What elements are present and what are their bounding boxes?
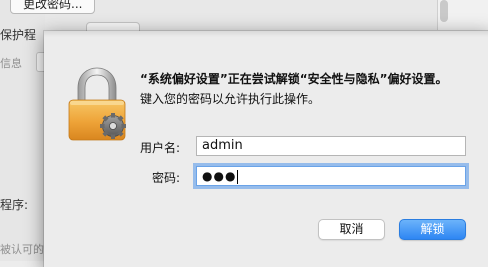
password-label: 密码: [151,171,180,185]
program-label: 程序: [0,198,29,212]
cancel-button[interactable]: 取消 [318,219,385,240]
unlock-button[interactable]: 解锁 [399,219,466,240]
dialog-title: “系统偏好设置”正在尝试解锁“安全性与隐私”偏好设置。 [140,72,448,86]
info-label: 信息 [0,57,22,70]
change-password-button[interactable]: 更改密码... [10,0,96,14]
protect-label: 保护程 [0,28,37,42]
password-field[interactable]: ●●● [196,166,466,186]
username-field[interactable]: admin [196,136,466,156]
username-value: admin [202,138,243,153]
scrollbar[interactable] [440,0,448,22]
auth-dialog: “系统偏好设置”正在尝试解锁“安全性与隐私”偏好设置。 键入您的密码以允许执行此… [44,31,488,267]
dialog-message: 键入您的密码以允许执行此操作。 [140,92,321,106]
text-cursor [237,169,239,184]
password-dots: ●●● [202,169,237,183]
allowed-label: 被认可的 [0,243,44,256]
sheet-shadow [44,31,488,37]
username-label: 用户名: [139,141,180,155]
lock-icon [68,67,126,141]
